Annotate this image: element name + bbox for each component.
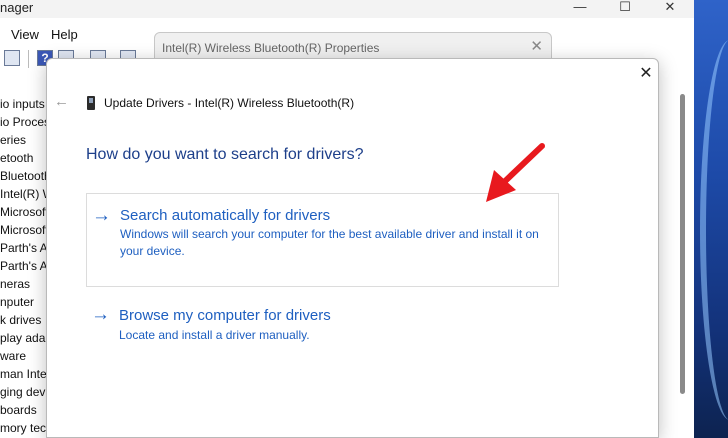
option-title: Browse my computer for drivers [119,307,331,324]
tree-item[interactable]: man Inter [0,367,51,381]
device-tree-scrollbar[interactable] [680,94,685,394]
menu-view[interactable]: View [11,27,39,42]
tree-item[interactable]: boards [0,403,37,417]
tree-item[interactable]: ging devi [0,385,48,399]
tree-item[interactable]: nputer [0,295,34,309]
dialog-close-button[interactable]: ✕ [636,64,656,84]
tree-item[interactable]: Parth's Ai [0,241,50,255]
option-description: Locate and install a driver manually. [119,328,310,342]
back-arrow-icon[interactable]: ← [54,93,69,110]
close-window-button[interactable]: ✕ [650,0,690,18]
tree-item[interactable]: mory tech [0,421,53,435]
tree-item[interactable]: Parth's Ai [0,259,50,273]
tree-item[interactable]: k drives [0,313,41,327]
desktop-background [694,0,728,438]
annotation-arrow-icon [486,143,545,202]
search-automatically-option[interactable]: → Search automatically for drivers Windo… [86,193,559,287]
tree-item[interactable]: io Proces [0,115,50,129]
dialog-heading: Update Drivers - Intel(R) Wireless Bluet… [104,96,355,110]
tree-item[interactable]: eries [0,133,26,147]
dialog-question: How do you want to search for drivers? [86,146,364,163]
option-title: Search automatically for drivers [120,207,331,224]
tree-item[interactable]: neras [0,277,30,291]
tree-item[interactable]: etooth [0,151,33,165]
wallpaper-swirl [700,40,728,420]
minimize-button[interactable]: — [560,0,600,18]
tree-item[interactable]: ware [0,349,26,363]
properties-close-button[interactable]: ✕ [530,37,543,55]
right-arrow-icon: → [92,205,111,226]
tree-item[interactable]: Microsoft [0,223,49,237]
properties-title: Intel(R) Wireless Bluetooth(R) Propertie… [162,41,380,55]
option-description: Windows will search your computer for th… [120,227,539,258]
menu-help[interactable]: Help [51,27,78,42]
tree-item[interactable]: io inputs [0,97,45,111]
device-manager-titlebar: nager — ☐ ✕ [0,0,694,18]
browse-computer-option[interactable]: → Browse my computer for drivers Locate … [86,299,559,351]
properties-icon[interactable] [4,50,20,66]
tree-item[interactable]: Bluetooth [0,169,51,183]
toolbar-separator [28,50,29,68]
tree-item[interactable]: Microsoft [0,205,49,219]
update-drivers-dialog: ✕ ← Update Drivers - Intel(R) Wireless B… [46,58,659,438]
device-icon [87,96,95,110]
maximize-button[interactable]: ☐ [605,0,645,18]
device-manager-title: nager [0,0,34,15]
right-arrow-icon: → [91,304,110,325]
